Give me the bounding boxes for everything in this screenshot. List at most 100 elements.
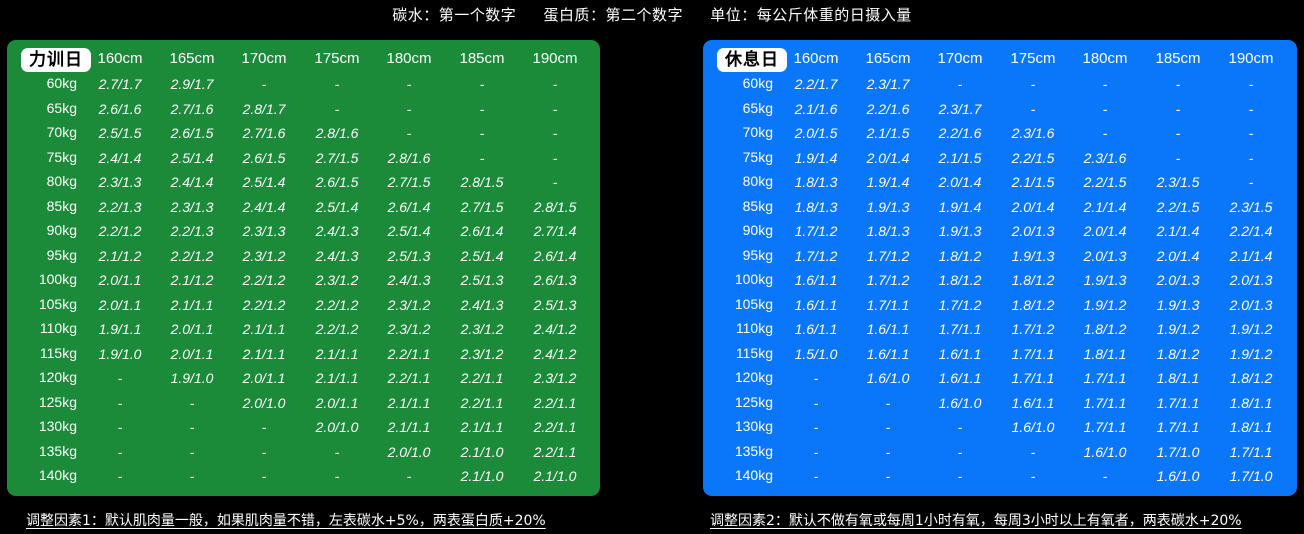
table-cell: 2.1/1.1 <box>242 321 286 337</box>
table-cell: 2.2/1.4 <box>1229 223 1273 239</box>
table-cell: 1.6/1.0 <box>938 394 982 411</box>
table-cell: 2.1/1.2 <box>170 272 214 288</box>
table-cell: 2.6/1.3 <box>533 272 577 288</box>
table-cell: 2.0/1.3 <box>1083 247 1127 264</box>
weight-label-140kg: 140kg <box>734 467 773 483</box>
table-cell: 1.9/1.3 <box>938 223 982 239</box>
table-cell: - <box>479 100 485 117</box>
weight-label-60kg: 60kg <box>46 75 77 91</box>
table-cell: 1.7/1.1 <box>1011 345 1055 362</box>
height-header-185cm: 185cm <box>459 50 505 67</box>
rest-day-badge: 休息日 <box>717 48 787 72</box>
table-cell: 1.8/1.2 <box>938 272 982 288</box>
table-cell: - <box>813 419 819 435</box>
table-cell: - <box>189 468 195 484</box>
table-cell: 2.8/1.6 <box>387 149 431 166</box>
table-cell: 1.9/1.4 <box>938 198 982 215</box>
table-cell: - <box>261 468 267 484</box>
table-cell: 2.4/1.4 <box>242 198 286 215</box>
table-cell: 2.3/1.7 <box>866 76 910 92</box>
table-cell: - <box>479 125 485 141</box>
table-cell: - <box>117 370 123 386</box>
table-cell: 2.1/1.2 <box>98 247 142 264</box>
table-cell: 2.2/1.1 <box>460 370 504 386</box>
table-cell: 2.2/1.3 <box>98 198 142 215</box>
table-cell: 1.6/1.1 <box>1011 394 1055 411</box>
table-cell: - <box>885 443 891 460</box>
weight-label-110kg: 110kg <box>39 320 77 336</box>
table-cell: 2.0/1.0 <box>315 419 359 435</box>
table-cell: - <box>552 125 558 141</box>
table-cell: 2.0/1.4 <box>938 174 982 190</box>
height-header-170cm: 170cm <box>937 50 983 67</box>
weight-label-125kg: 125kg <box>38 393 77 410</box>
height-header-190cm: 190cm <box>1228 50 1274 67</box>
table-cell: - <box>957 443 963 460</box>
table-cell: 2.6/1.5 <box>315 174 359 190</box>
table-cell: 2.1/1.5 <box>866 125 910 141</box>
table-cell: 1.6/1.1 <box>794 296 838 313</box>
table-cell: 1.7/1.1 <box>866 296 910 313</box>
table-cell: - <box>552 174 558 190</box>
table-cell: 2.8/1.7 <box>242 100 286 117</box>
table-cell: 2.9/1.7 <box>170 76 214 92</box>
table-cell: 1.7/1.1 <box>1156 394 1200 411</box>
table-cell: - <box>479 149 485 166</box>
table-cell: 2.4/1.2 <box>533 345 577 362</box>
table-cell: 2.1/1.1 <box>242 345 286 362</box>
height-header-160cm: 160cm <box>793 50 839 67</box>
weight-label-125kg: 125kg <box>734 393 773 410</box>
table-cell: 1.6/1.1 <box>794 321 838 337</box>
height-header-160cm: 160cm <box>97 50 143 67</box>
height-header-175cm: 175cm <box>314 50 360 67</box>
legend: 碳水：第一个数字 蛋白质：第二个数字 单位：每公斤体重的日摄入量 <box>0 4 1304 25</box>
weight-label-85kg: 85kg <box>46 197 77 214</box>
legend-carb: 碳水：第一个数字 <box>392 6 517 24</box>
table-cell: 1.8/1.1 <box>1229 419 1273 435</box>
table-cell: 2.2/1.5 <box>1156 198 1200 215</box>
table-cell: 2.0/1.1 <box>315 394 359 411</box>
table-cell: 2.2/1.2 <box>98 223 142 239</box>
table-cell: 1.7/1.1 <box>1011 370 1055 386</box>
table-cell: - <box>261 443 267 460</box>
table-cell: 1.9/1.4 <box>866 174 910 190</box>
weight-label-105kg: 105kg <box>734 295 773 312</box>
table-cell: 2.1/1.0 <box>460 468 504 484</box>
table-cell: 1.6/1.0 <box>1083 443 1127 460</box>
table-cell: 2.3/1.2 <box>387 296 431 313</box>
table-cell: 2.0/1.5 <box>794 125 838 141</box>
table-cell: 2.4/1.4 <box>98 149 142 166</box>
table-cell: - <box>885 468 891 484</box>
table-cell: 1.7/1.1 <box>1229 443 1273 460</box>
weight-label-110kg: 110kg <box>735 320 773 336</box>
table-cell: - <box>1175 100 1181 117</box>
table-cell: - <box>406 125 412 141</box>
table-cell: - <box>334 468 340 484</box>
table-cell: 2.2/1.1 <box>533 443 577 460</box>
table-cell: - <box>957 76 963 92</box>
table-cell: 2.0/1.3 <box>1011 223 1055 239</box>
table-cell: 2.0/1.4 <box>866 149 910 166</box>
table-cell: 1.8/1.1 <box>1156 370 1200 386</box>
legend-unit: 单位：每公斤体重的日摄入量 <box>710 6 912 24</box>
table-cell: 1.9/1.0 <box>98 345 142 362</box>
table-cell: 1.9/1.1 <box>98 321 142 337</box>
table-cell: 1.6/1.1 <box>866 345 910 362</box>
table-cell: - <box>334 76 340 92</box>
table-cell: 2.2/1.2 <box>242 296 286 313</box>
table-cell: 2.4/1.3 <box>387 272 431 288</box>
table-cell: 2.4/1.3 <box>460 296 504 313</box>
table-cell: 1.6/1.1 <box>938 370 982 386</box>
table-cell: 1.6/1.1 <box>938 345 982 362</box>
table-cell: 1.8/1.2 <box>1083 321 1127 337</box>
table-cell: 2.5/1.3 <box>460 272 504 288</box>
table-cell: 2.6/1.4 <box>387 198 431 215</box>
table-cell: - <box>813 468 819 484</box>
table-cell: 1.6/1.0 <box>1156 468 1200 484</box>
table-cell: 1.6/1.1 <box>794 272 838 288</box>
table-cell: 2.5/1.4 <box>315 198 359 215</box>
table-cell: 2.0/1.0 <box>242 394 286 411</box>
table-cell: 2.8/1.5 <box>460 174 504 190</box>
table-cell: 1.7/1.0 <box>1156 443 1200 460</box>
weight-label-135kg: 135kg <box>38 442 77 459</box>
